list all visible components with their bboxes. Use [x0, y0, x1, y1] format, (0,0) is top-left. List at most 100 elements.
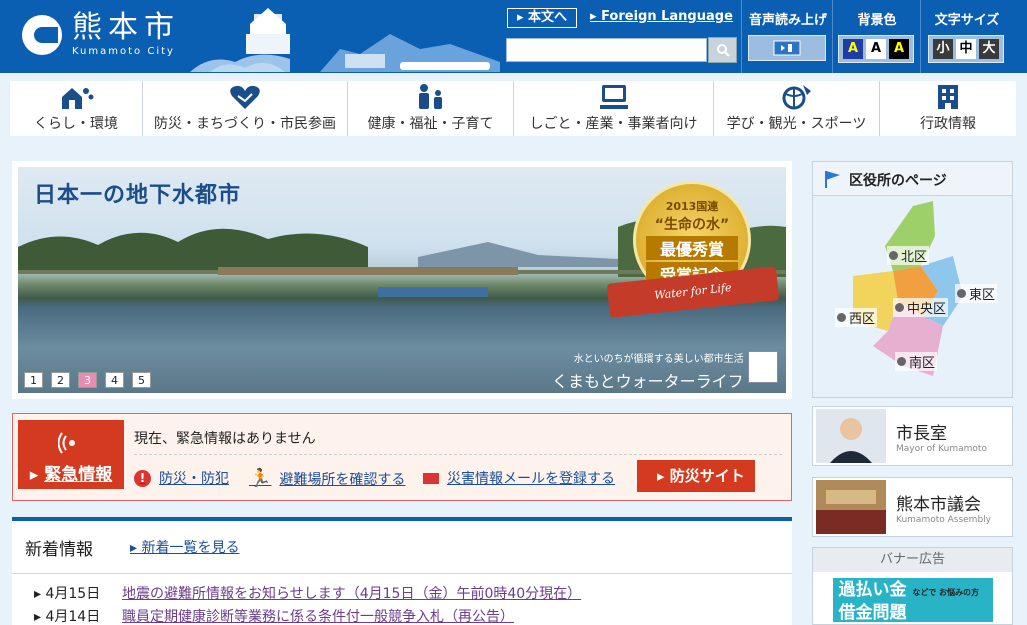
nav-item-learning-tourism[interactable]: 学び・観光・スポーツ [714, 81, 880, 136]
emergency-badge[interactable]: ▸ 緊急情報 [18, 420, 124, 489]
bg-blue-button[interactable]: A [843, 39, 863, 59]
foreign-language-link[interactable]: ▸ Foreign Language [590, 9, 733, 24]
link-text: 新着一覧を見る [141, 540, 240, 556]
hero-image-river-park[interactable]: 日本一の地下水都市 2013国連 “生命の水” 最優秀賞 受賞記念 Water … [18, 167, 786, 393]
ward-panel-title: 区役所のページ [849, 173, 947, 189]
ward-nishi-link[interactable]: 西区 [835, 308, 878, 327]
evacuation-site-link[interactable]: 🏃 避難場所を確認する [249, 468, 405, 489]
search-button[interactable] [708, 37, 737, 63]
bg-white-button[interactable]: A [866, 39, 886, 59]
nav-item-health-welfare[interactable]: 健康・福祉・子育て [348, 81, 514, 136]
search-input[interactable] [506, 38, 707, 62]
exclamation-icon: ! [134, 469, 151, 487]
mayor-office-link[interactable]: 市長室 Mayor of Kumamoto [812, 406, 1013, 466]
ward-label: 北区 [901, 250, 928, 265]
news-date: ▸ 4月14日 [34, 609, 101, 625]
site-header: 熊本市 Kumamoto City ▸ 本文へ ▸ Foreign Langua… [0, 0, 1027, 73]
ward-label: 東区 [969, 288, 996, 303]
castle-skyline-illustration [190, 8, 500, 72]
city-assembly-link[interactable]: 熊本市議会 Kumamoto Assembly [812, 477, 1013, 537]
slide-3-button[interactable]: 3 [78, 372, 97, 388]
running-person-icon: 🏃 [249, 468, 272, 489]
news-item: ▸ 4月14日 職員定期健康診断等業務に係る条件付一般競争入札（再公告） [34, 606, 514, 625]
banner-ad-panel: バナー広告 過払い金 などで お悩みの方 借金問題 [812, 547, 1013, 625]
bg-black-button[interactable]: A [889, 39, 909, 59]
disaster-mail-link[interactable]: 災害情報メールを登録する [423, 468, 615, 488]
assembly-title: 熊本市議会 [896, 494, 981, 515]
news-date: ▸ 4月15日 [34, 586, 101, 602]
slide-1-button[interactable]: 1 [24, 372, 43, 388]
emergency-notice: 現在、緊急情報はありません [134, 431, 316, 447]
banner-text: 借金問題 [838, 603, 907, 623]
mayor-photo [816, 409, 886, 463]
emergency-divider [134, 454, 782, 455]
ward-higashi-link[interactable]: 東区 [955, 284, 998, 303]
news-section: 新着情報 ▸ 新着一覧を見る ▸ 4月15日 地震の避難所情報をお知らせします（… [12, 517, 792, 625]
pin-icon [889, 251, 898, 260]
news-date-text: 4月14日 [45, 609, 101, 625]
computer-icon [599, 85, 628, 109]
disaster-site-button[interactable]: ▸ 防災サイト [637, 460, 755, 492]
medal-line: 2013国連 [665, 200, 719, 213]
nav-item-living[interactable]: くらし・環境 [10, 81, 143, 136]
mayor-title: 市長室 [896, 423, 947, 444]
slide-2-button[interactable]: 2 [51, 372, 70, 388]
speaker-play-icon [773, 40, 801, 56]
news-link[interactable]: 職員定期健康診断等業務に係る条件付一般競争入札（再公告） [122, 606, 514, 625]
caption-small: 水といのちが循環する美しい都市生活 [573, 354, 744, 365]
slide-4-button[interactable]: 4 [105, 372, 124, 388]
handshake-heart-icon [230, 85, 260, 109]
water-life-logo-icon [748, 351, 778, 383]
logo-text-en: Kumamoto City [72, 46, 175, 57]
nav-label: 学び・観光・スポーツ [726, 116, 867, 132]
logo-text-jp: 熊本市 [72, 10, 180, 45]
ward-panel-header: 区役所のページ [813, 162, 1012, 196]
hero-caption: 水といのちが循環する美しい都市生活 くまもとウォーターライフ [552, 350, 744, 392]
family-icon [418, 84, 442, 109]
header-divider [741, 0, 742, 73]
chevron-right-icon: ▸ [657, 467, 670, 485]
skip-to-content-link[interactable]: ▸ 本文へ [507, 8, 577, 28]
news-all-link[interactable]: ▸ 新着一覧を見る [130, 537, 239, 557]
site-logo[interactable]: 熊本市 Kumamoto City [22, 12, 180, 57]
ward-kita-link[interactable]: 北区 [887, 246, 930, 265]
global-navigation: くらし・環境 防災・まちづくり・市民参画 健康・福祉・子育て しごと・産業・事業… [10, 81, 1016, 136]
banner-ad-header: バナー広告 [813, 548, 1012, 572]
ward-map[interactable]: 北区 東区 中央区 西区 南区 [813, 196, 1012, 397]
voice-reader-button[interactable] [748, 35, 826, 61]
text-size-small-button[interactable]: 小 [933, 39, 953, 59]
banner-ad-image[interactable]: 過払い金 などで お悩みの方 借金問題 [832, 578, 993, 623]
ward-label: 南区 [909, 356, 936, 371]
pin-icon [957, 289, 966, 298]
disaster-crime-link[interactable]: ! 防災・防犯 [134, 468, 229, 488]
text-size-medium-button[interactable]: 中 [956, 39, 976, 59]
text-size-switcher: 小 中 大 [928, 35, 1004, 63]
skip-label: 本文へ [528, 10, 568, 25]
button-text: 防災サイト [669, 467, 745, 485]
ward-label: 中央区 [907, 302, 947, 317]
mayor-subtitle: Mayor of Kumamoto [896, 443, 987, 454]
ward-minami-link[interactable]: 南区 [895, 352, 938, 371]
link-text: 防災・防犯 [159, 471, 229, 487]
chevron-right-icon: ▸ [130, 540, 142, 556]
ward-chuo-link[interactable]: 中央区 [893, 298, 949, 317]
hero-slider: 日本一の地下水都市 2013国連 “生命の水” 最優秀賞 受賞記念 Water … [12, 161, 792, 399]
banner-text: 過払い金 [838, 580, 907, 600]
text-size-large-button[interactable]: 大 [979, 39, 999, 59]
slide-5-button[interactable]: 5 [132, 372, 151, 388]
news-link[interactable]: 地震の避難所情報をお知らせします（4月15日（金）午前0時40分現在） [122, 583, 581, 603]
header-divider [832, 0, 833, 73]
pin-icon [897, 357, 906, 366]
background-color-label: 背景色 [857, 13, 897, 28]
header-divider [920, 0, 921, 73]
house-rain-icon [62, 88, 94, 109]
nav-item-work-industry[interactable]: しごと・産業・事業者向け [514, 81, 714, 136]
nav-item-administration[interactable]: 行政情報 [880, 81, 1016, 136]
news-title: 新着情報 [25, 540, 93, 560]
alert-signal-icon [58, 432, 75, 454]
caption-big: くまもとウォーターライフ [552, 372, 744, 391]
nav-item-disaster-prevention[interactable]: 防災・まちづくり・市民参画 [143, 81, 348, 136]
ward-office-panel: 区役所のページ 北区 東区 中央区 西区 南区 [812, 161, 1013, 398]
emergency-label: ▸ 緊急情報 [29, 465, 113, 485]
pin-icon [837, 313, 846, 322]
